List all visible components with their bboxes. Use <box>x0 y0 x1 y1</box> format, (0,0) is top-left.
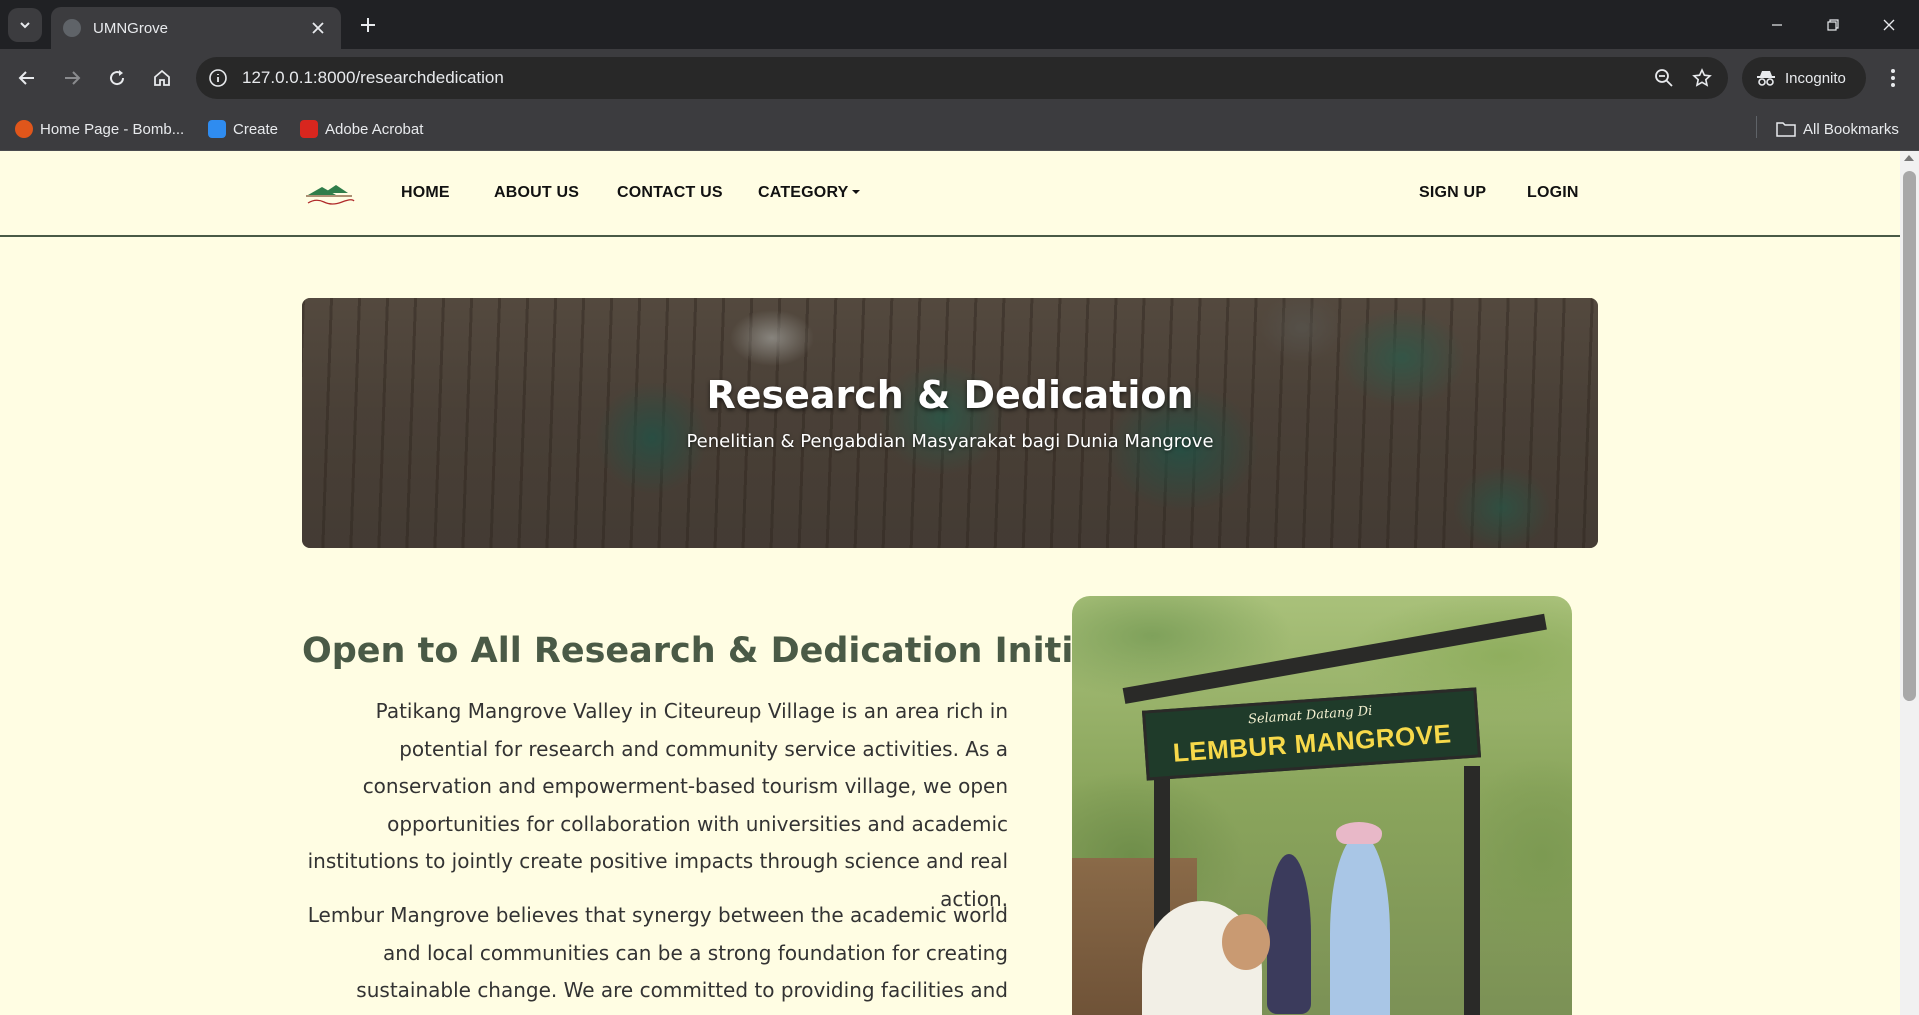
page-scrollbar[interactable] <box>1900 151 1919 1015</box>
browser-tab-strip: UMNGrove <box>0 0 1919 49</box>
url-text[interactable]: 127.0.0.1:8000/researchdedication <box>242 68 504 88</box>
nav-category-label: CATEGORY <box>758 184 849 201</box>
close-window-button[interactable] <box>1861 0 1917 49</box>
bookmark-item[interactable]: Create <box>208 117 278 141</box>
mangrove-logo-icon <box>306 185 355 205</box>
incognito-icon <box>1757 71 1775 86</box>
plus-icon <box>361 18 375 32</box>
site-info-icon[interactable] <box>206 66 230 90</box>
entrance-sign: Selamat Datang Di LEMBUR MANGROVE <box>1141 687 1482 781</box>
browser-menu-button[interactable] <box>1876 61 1910 95</box>
site-navbar: HOME ABOUT US CONTACT US CATEGORY SIGN U… <box>0 151 1900 237</box>
reload-button[interactable] <box>100 61 134 95</box>
intro-paragraph: Patikang Mangrove Valley in Citeureup Vi… <box>307 699 1008 911</box>
intro-paragraph: Lembur Mangrove believes that synergy be… <box>307 903 1008 1002</box>
incognito-indicator[interactable]: Incognito <box>1742 57 1866 99</box>
nav-about-link[interactable]: ABOUT US <box>494 184 579 202</box>
restore-button[interactable] <box>1805 0 1861 49</box>
all-bookmarks-label: All Bookmarks <box>1803 120 1899 138</box>
hero-banner: Research & Dedication Penelitian & Penga… <box>302 298 1598 548</box>
bookmark-label: Adobe Acrobat <box>325 120 424 138</box>
caret-down-icon <box>851 190 860 194</box>
bookmark-label: Home Page - Bomb... <box>40 120 185 138</box>
nav-category-dropdown[interactable]: CATEGORY <box>758 184 860 202</box>
close-icon <box>312 22 324 34</box>
browser-tab[interactable]: UMNGrove <box>51 7 341 49</box>
bookmarks-bar: Home Page - Bomb... Create Adobe Acrobat… <box>0 107 1919 151</box>
site-logo[interactable] <box>302 181 358 207</box>
lembur-mangrove-photo: Selamat Datang Di LEMBUR MANGROVE <box>1072 596 1572 1015</box>
nav-home-link[interactable]: HOME <box>401 184 450 202</box>
intro-heading: Open to All Research & Dedication Initia… <box>302 631 1210 671</box>
minimize-button[interactable] <box>1749 0 1805 49</box>
folder-icon <box>1776 122 1796 137</box>
home-button[interactable] <box>145 61 179 95</box>
globe-icon <box>63 19 81 37</box>
back-button[interactable] <box>10 61 44 95</box>
page-viewport: HOME ABOUT US CONTACT US CATEGORY SIGN U… <box>0 151 1900 1015</box>
bookmark-item[interactable]: Home Page - Bomb... <box>15 117 184 141</box>
all-bookmarks-button[interactable]: All Bookmarks <box>1776 117 1899 141</box>
bookmark-star-icon[interactable] <box>1690 66 1714 90</box>
tab-close-button[interactable] <box>307 17 329 39</box>
bookmarks-divider <box>1756 116 1757 138</box>
scrollbar-thumb[interactable] <box>1903 171 1916 701</box>
acrobat-favicon-icon <box>300 120 318 138</box>
close-icon <box>1883 19 1895 30</box>
create-favicon-icon <box>208 120 226 138</box>
nav-contact-link[interactable]: CONTACT US <box>617 184 723 202</box>
bookmark-label: Create <box>233 120 279 138</box>
arrow-left-icon <box>18 71 34 85</box>
address-bar[interactable]: 127.0.0.1:8000/researchdedication <box>196 57 1728 99</box>
bomb-favicon-icon <box>15 120 33 138</box>
incognito-label: Incognito <box>1785 69 1846 87</box>
nav-signup-link[interactable]: SIGN UP <box>1419 184 1486 202</box>
bookmark-item[interactable]: Adobe Acrobat <box>300 117 423 141</box>
nav-login-link[interactable]: LOGIN <box>1527 184 1579 202</box>
more-vertical-icon <box>1891 69 1895 87</box>
tab-search-button[interactable] <box>8 8 42 42</box>
restore-icon <box>1827 18 1839 31</box>
chevron-down-icon <box>20 22 30 29</box>
reload-icon <box>110 70 125 86</box>
scroll-up-arrow-icon[interactable] <box>1904 155 1914 161</box>
home-icon <box>154 69 170 86</box>
new-tab-button[interactable] <box>351 8 385 42</box>
hero-subtitle: Penelitian & Pengabdian Masyarakat bagi … <box>686 431 1214 452</box>
minimize-icon <box>1772 23 1782 26</box>
forward-button[interactable] <box>55 61 89 95</box>
browser-toolbar: 127.0.0.1:8000/researchdedication Incogn… <box>0 49 1919 107</box>
tab-title: UMNGrove <box>93 19 169 37</box>
hero-title: Research & Dedication <box>706 373 1194 417</box>
zoom-icon[interactable] <box>1652 66 1676 90</box>
arrow-right-icon <box>65 71 81 85</box>
